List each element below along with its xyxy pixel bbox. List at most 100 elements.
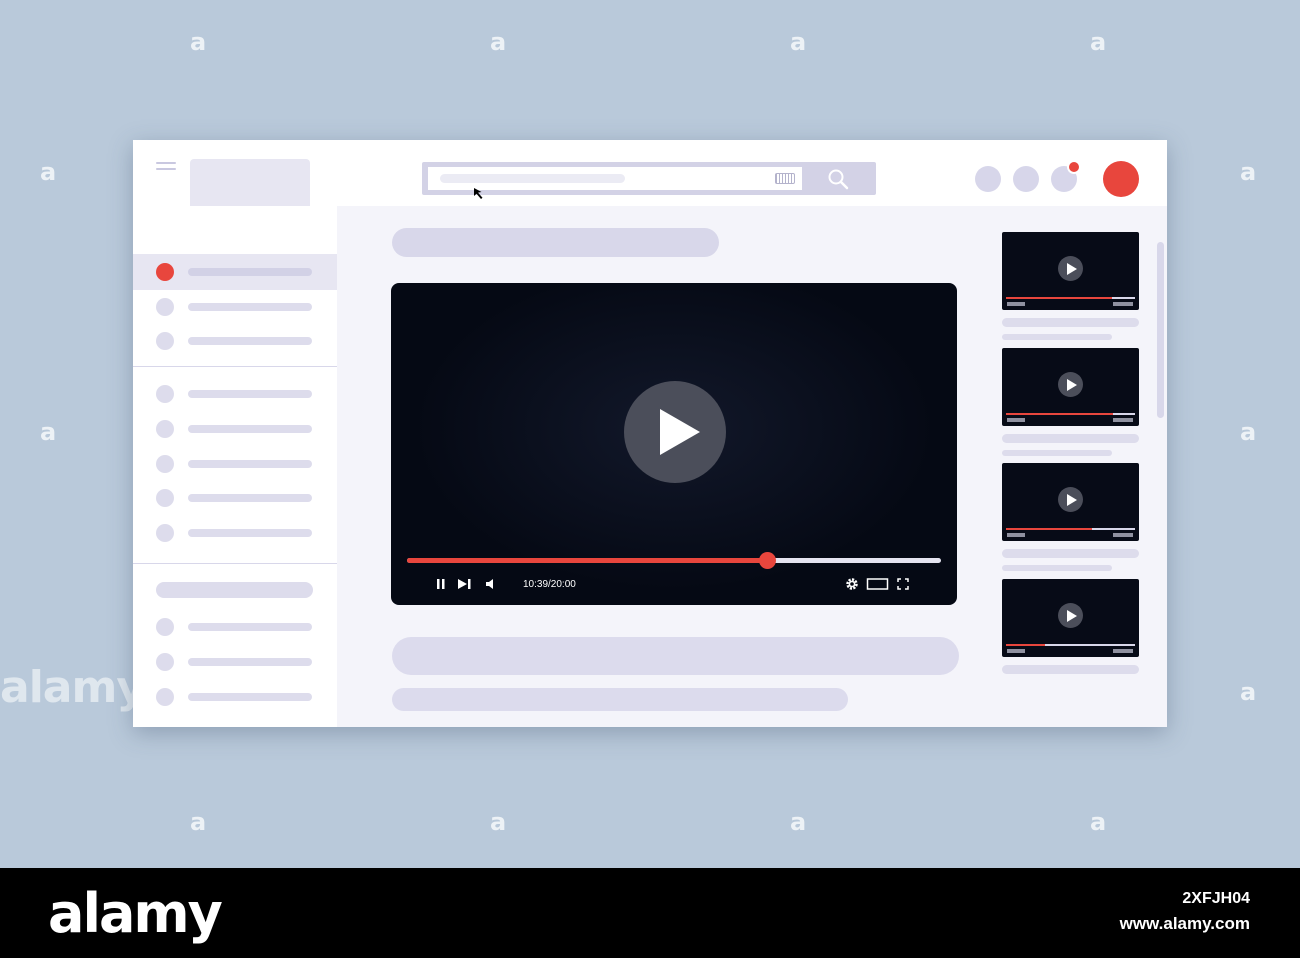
video-thumbnail[interactable]: [1002, 463, 1139, 541]
thumb-controls: [1113, 302, 1133, 306]
nav-icon: [156, 653, 174, 671]
nav-icon: [156, 298, 174, 316]
sidebar-item[interactable]: [133, 515, 337, 551]
nav-label-placeholder: [188, 303, 312, 311]
sidebar-divider: [133, 366, 337, 367]
watermark-tile: a: [40, 158, 57, 186]
notification-badge: [1067, 160, 1081, 174]
play-icon: [1058, 372, 1083, 397]
nav-label-placeholder: [188, 623, 312, 631]
progress-fill: [407, 558, 767, 563]
video-thumbnail[interactable]: [1002, 232, 1139, 310]
nav-icon: [156, 524, 174, 542]
nav-label-placeholder: [188, 658, 312, 666]
watermark-brand: alamy: [0, 662, 145, 713]
sidebar-section-heading: [156, 582, 313, 598]
top-bar: [133, 140, 1167, 231]
watermark-tile: a: [190, 808, 207, 836]
fullscreen-icon[interactable]: [896, 577, 910, 591]
avatar[interactable]: [1103, 161, 1139, 197]
sidebar-item[interactable]: [133, 679, 337, 715]
sidebar-item[interactable]: [133, 376, 337, 412]
nav-icon: [156, 688, 174, 706]
watermark-brand-logo: alamy: [48, 882, 223, 945]
video-title-placeholder: [1002, 318, 1139, 327]
settings-icon[interactable]: [845, 577, 859, 591]
thumb-controls: [1007, 533, 1025, 537]
nav-icon: [156, 489, 174, 507]
sidebar-item[interactable]: [133, 446, 337, 482]
header-icon-button[interactable]: [1013, 166, 1039, 192]
play-icon[interactable]: [624, 381, 726, 483]
watermark-tile: a: [1240, 418, 1257, 446]
theater-icon[interactable]: [866, 577, 890, 591]
video-title-placeholder: [392, 228, 719, 257]
play-icon: [1058, 603, 1083, 628]
sidebar-item[interactable]: [133, 289, 337, 325]
thumb-controls: [1007, 302, 1025, 306]
sidebar-divider: [133, 563, 337, 564]
pause-icon[interactable]: [435, 577, 447, 591]
sidebar-item[interactable]: [133, 609, 337, 645]
thumb-controls: [1113, 649, 1133, 653]
volume-icon[interactable]: [484, 577, 498, 591]
watermark-tile: a: [790, 28, 807, 56]
thumb-controls: [1113, 533, 1133, 537]
browser-window: 10:39/20:00: [133, 140, 1167, 727]
play-icon: [1058, 256, 1083, 281]
nav-label-placeholder: [188, 494, 312, 502]
menu-icon[interactable]: [156, 162, 176, 172]
video-title-placeholder: [1002, 665, 1139, 674]
search-button[interactable]: [812, 165, 868, 192]
thumb-controls: [1007, 418, 1025, 422]
nav-label-placeholder: [188, 268, 312, 276]
video-player[interactable]: 10:39/20:00: [391, 283, 957, 605]
video-title-placeholder: [1002, 434, 1139, 443]
search-placeholder: [440, 174, 625, 183]
nav-icon: [156, 385, 174, 403]
scrollbar[interactable]: [1155, 220, 1167, 727]
watermark-tile: a: [490, 808, 507, 836]
nav-label-placeholder: [188, 425, 312, 433]
next-icon[interactable]: [456, 577, 472, 591]
watermark-tile: a: [1240, 158, 1257, 186]
nav-icon: [156, 263, 174, 281]
watermark-tile: a: [40, 418, 57, 446]
progress-bar[interactable]: [407, 552, 941, 569]
nav-icon: [156, 455, 174, 473]
thumb-progress-fill: [1006, 644, 1045, 646]
thumb-progress: [1006, 413, 1135, 415]
watermark-tile: a: [490, 28, 507, 56]
sidebar-item-active[interactable]: [133, 254, 337, 290]
nav-label-placeholder: [188, 693, 312, 701]
video-meta-placeholder: [1002, 565, 1112, 571]
video-thumbnail[interactable]: [1002, 348, 1139, 426]
nav-label-placeholder: [188, 390, 312, 398]
thumb-progress: [1006, 644, 1135, 646]
nav-icon: [156, 332, 174, 350]
nav-label-placeholder: [188, 337, 312, 345]
scrollbar-thumb[interactable]: [1157, 242, 1164, 418]
sidebar-item[interactable]: [133, 323, 337, 359]
mouse-cursor-icon: [474, 188, 483, 199]
description-placeholder: [392, 688, 848, 711]
header-icon-button[interactable]: [975, 166, 1001, 192]
keyboard-icon[interactable]: [775, 173, 795, 184]
sidebar-item[interactable]: [133, 411, 337, 447]
thumb-progress: [1006, 297, 1135, 299]
sidebar-item[interactable]: [133, 644, 337, 680]
progress-knob[interactable]: [758, 552, 776, 569]
sidebar: [133, 206, 337, 727]
video-meta-placeholder: [1002, 334, 1112, 340]
watermark-tile: a: [190, 28, 207, 56]
nav-label-placeholder: [188, 460, 312, 468]
search-bar: [422, 162, 876, 195]
thumb-progress: [1006, 528, 1135, 530]
nav-icon: [156, 618, 174, 636]
sidebar-item[interactable]: [133, 480, 337, 516]
thumb-progress-fill: [1006, 413, 1114, 415]
watermark-tile: a: [1090, 808, 1107, 836]
watermark-tile: a: [1090, 28, 1107, 56]
video-thumbnail[interactable]: [1002, 579, 1139, 657]
play-icon: [1058, 487, 1083, 512]
